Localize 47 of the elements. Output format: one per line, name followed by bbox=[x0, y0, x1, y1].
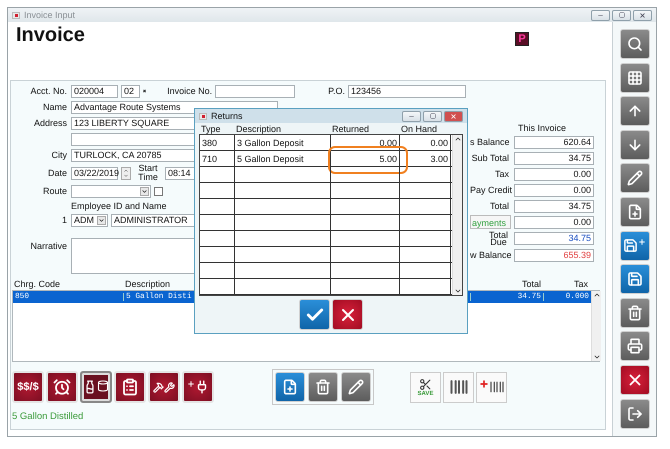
column-header: Type bbox=[200, 124, 222, 134]
amount-field: 0.00 bbox=[514, 168, 594, 180]
column-header: Description bbox=[124, 279, 172, 289]
field-label: Address bbox=[32, 118, 68, 128]
logo: P bbox=[515, 32, 529, 46]
field-label: City bbox=[50, 150, 68, 160]
table-cell: 3.00 bbox=[430, 154, 448, 164]
field-label: Invoice No. bbox=[167, 86, 212, 96]
field-label: P.O. bbox=[328, 86, 345, 96]
amount-field: 0.00 bbox=[514, 184, 594, 196]
table-cell: 5 Gallon Deposit bbox=[237, 154, 304, 164]
column-header: On Hand bbox=[400, 124, 438, 134]
amount-field: 34.75 bbox=[514, 232, 594, 245]
field-label: Sub Total bbox=[470, 153, 510, 163]
column-header: Total bbox=[520, 279, 542, 289]
table-cell: 0.00 bbox=[430, 138, 448, 148]
field-label: 1 bbox=[60, 215, 68, 225]
status-text: 5 Gallon Distilled bbox=[12, 411, 84, 422]
field-label: Total Due bbox=[488, 232, 509, 246]
field-label: Name bbox=[42, 102, 68, 112]
column-heading: This Invoice bbox=[518, 123, 568, 133]
column-header: Description bbox=[235, 124, 282, 134]
column-header: Tax bbox=[572, 279, 589, 289]
field-label: s Balance bbox=[470, 137, 511, 147]
dialog-title: Returns bbox=[211, 111, 243, 121]
table-cell: 380 bbox=[202, 138, 218, 148]
field-label: Narrative bbox=[29, 240, 68, 251]
field-label: w Balance bbox=[470, 250, 511, 260]
field-label: Total bbox=[488, 201, 510, 211]
amount-field: 34.75 bbox=[514, 152, 594, 164]
field-label: Date bbox=[46, 168, 68, 178]
amount-field: 655.39 bbox=[514, 248, 594, 262]
column-header: Chrg. Code bbox=[13, 279, 62, 289]
amount-field: 620.64 bbox=[514, 136, 594, 148]
field-label: Acct. No. bbox=[29, 86, 68, 96]
amount-field: 34.75 bbox=[514, 200, 594, 212]
amount-field: 0.00 bbox=[514, 216, 594, 228]
table-cell: 710 bbox=[202, 154, 218, 164]
field-label: Route bbox=[42, 186, 68, 196]
column-header: Returned bbox=[331, 124, 370, 134]
field-label: Pay Credit bbox=[470, 185, 511, 195]
page-title: Invoice bbox=[16, 24, 85, 47]
field-label: Tax bbox=[494, 169, 510, 179]
field-label: Start Time bbox=[137, 164, 159, 182]
window-title: Invoice Input bbox=[24, 10, 76, 20]
table-cell: 3 Gallon Deposit bbox=[237, 138, 304, 148]
section-label: Employee ID and Name bbox=[71, 200, 167, 210]
